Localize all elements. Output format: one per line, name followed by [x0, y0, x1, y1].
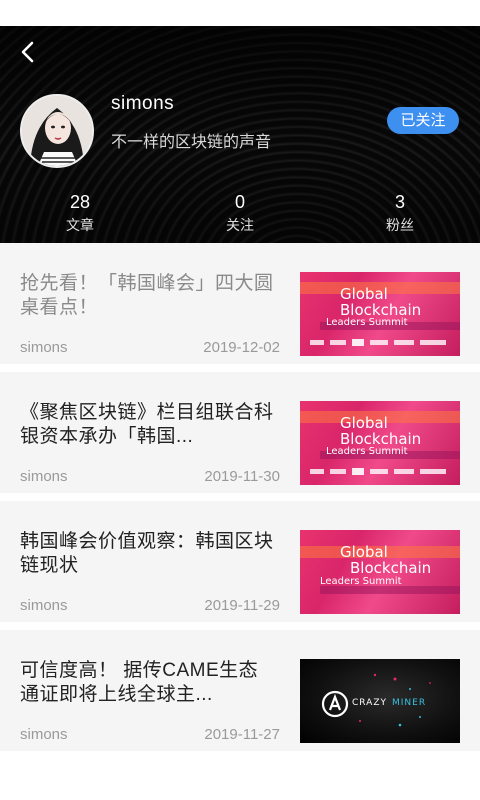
- follow-button[interactable]: 已关注: [387, 107, 459, 134]
- list-item[interactable]: 抢先看！「韩国峰会」四大圆桌看点！ simons 2019-12-02 Glob…: [0, 243, 480, 364]
- sponsor-logos: [310, 468, 446, 475]
- profile-tagline: 不一样的区块链的声音: [111, 134, 272, 151]
- article-title: 韩国峰会价值观察：韩国区块链现状: [20, 531, 274, 576]
- article-thumbnail: CRAZY MINER: [300, 659, 460, 743]
- logo-text-miner: MINER: [392, 698, 427, 708]
- thumbnail-text-1: Global: [340, 285, 388, 303]
- username: simons: [111, 93, 175, 114]
- article-date: 2019-11-30: [204, 468, 280, 485]
- thumbnail-text-1: Global: [340, 543, 388, 561]
- stat-articles-label: 文章: [66, 217, 94, 233]
- stat-articles-value: 28: [69, 192, 91, 212]
- article-author: simons: [20, 726, 68, 743]
- thumbnail-text-2: Blockchain: [350, 559, 432, 577]
- profile-header: simons 不一样的区块链的声音 已关注 28 文章 0 关注 3 粉丝: [0, 26, 480, 243]
- stat-following-value: 0: [234, 192, 245, 212]
- thumbnail-text-1: Global: [340, 414, 388, 432]
- stat-following[interactable]: 0 关注: [190, 191, 290, 235]
- sponsor-logos: [310, 339, 446, 346]
- article-thumbnail: Global Blockchain Leaders Summit: [300, 272, 460, 356]
- thumbnail-text-3: Leaders Summit: [320, 576, 402, 587]
- logo-text-crazy: CRAZY: [352, 698, 387, 708]
- article-date: 2019-11-29: [204, 597, 280, 614]
- logo-mark-icon: [321, 690, 349, 718]
- thumbnail-text-2: Blockchain: [340, 430, 422, 448]
- stat-followers[interactable]: 3 粉丝: [350, 191, 450, 235]
- thumbnail-text-2: Blockchain: [340, 301, 422, 319]
- thumbnail-text-3: Leaders Summit: [326, 317, 408, 328]
- article-title: 抢先看！「韩国峰会」四大圆桌看点！: [20, 273, 274, 318]
- article-author: simons: [20, 597, 68, 614]
- article-title: 《聚焦区块链》栏目组联合科银资本承办「韩国...: [20, 402, 274, 447]
- list-item[interactable]: 韩国峰会价值观察：韩国区块链现状 simons 2019-11-29 Globa…: [0, 501, 480, 622]
- article-thumbnail: Global Blockchain Leaders Summit: [300, 530, 460, 614]
- list-item[interactable]: 可信度高！ 据传CAME生态通证即将上线全球主... simons 2019-1…: [0, 630, 480, 751]
- article-author: simons: [20, 468, 68, 485]
- stat-followers-value: 3: [394, 192, 405, 212]
- back-arrow-icon[interactable]: [14, 38, 42, 66]
- crazy-miner-logo: CRAZY MINER: [320, 689, 440, 719]
- article-thumbnail: Global Blockchain Leaders Summit: [300, 401, 460, 485]
- article-title: 可信度高！ 据传CAME生态通证即将上线全球主...: [20, 660, 259, 705]
- article-date: 2019-11-27: [204, 726, 280, 743]
- stat-following-label: 关注: [226, 217, 254, 233]
- article-author: simons: [20, 339, 68, 356]
- stat-followers-label: 粉丝: [386, 217, 414, 233]
- article-date: 2019-12-02: [203, 339, 280, 356]
- avatar[interactable]: [20, 94, 94, 168]
- stat-articles[interactable]: 28 文章: [30, 191, 130, 235]
- thumbnail-text-3: Leaders Summit: [326, 446, 408, 457]
- article-list: 抢先看！「韩国峰会」四大圆桌看点！ simons 2019-12-02 Glob…: [0, 243, 480, 759]
- list-item[interactable]: 《聚焦区块链》栏目组联合科银资本承办「韩国... simons 2019-11-…: [0, 372, 480, 493]
